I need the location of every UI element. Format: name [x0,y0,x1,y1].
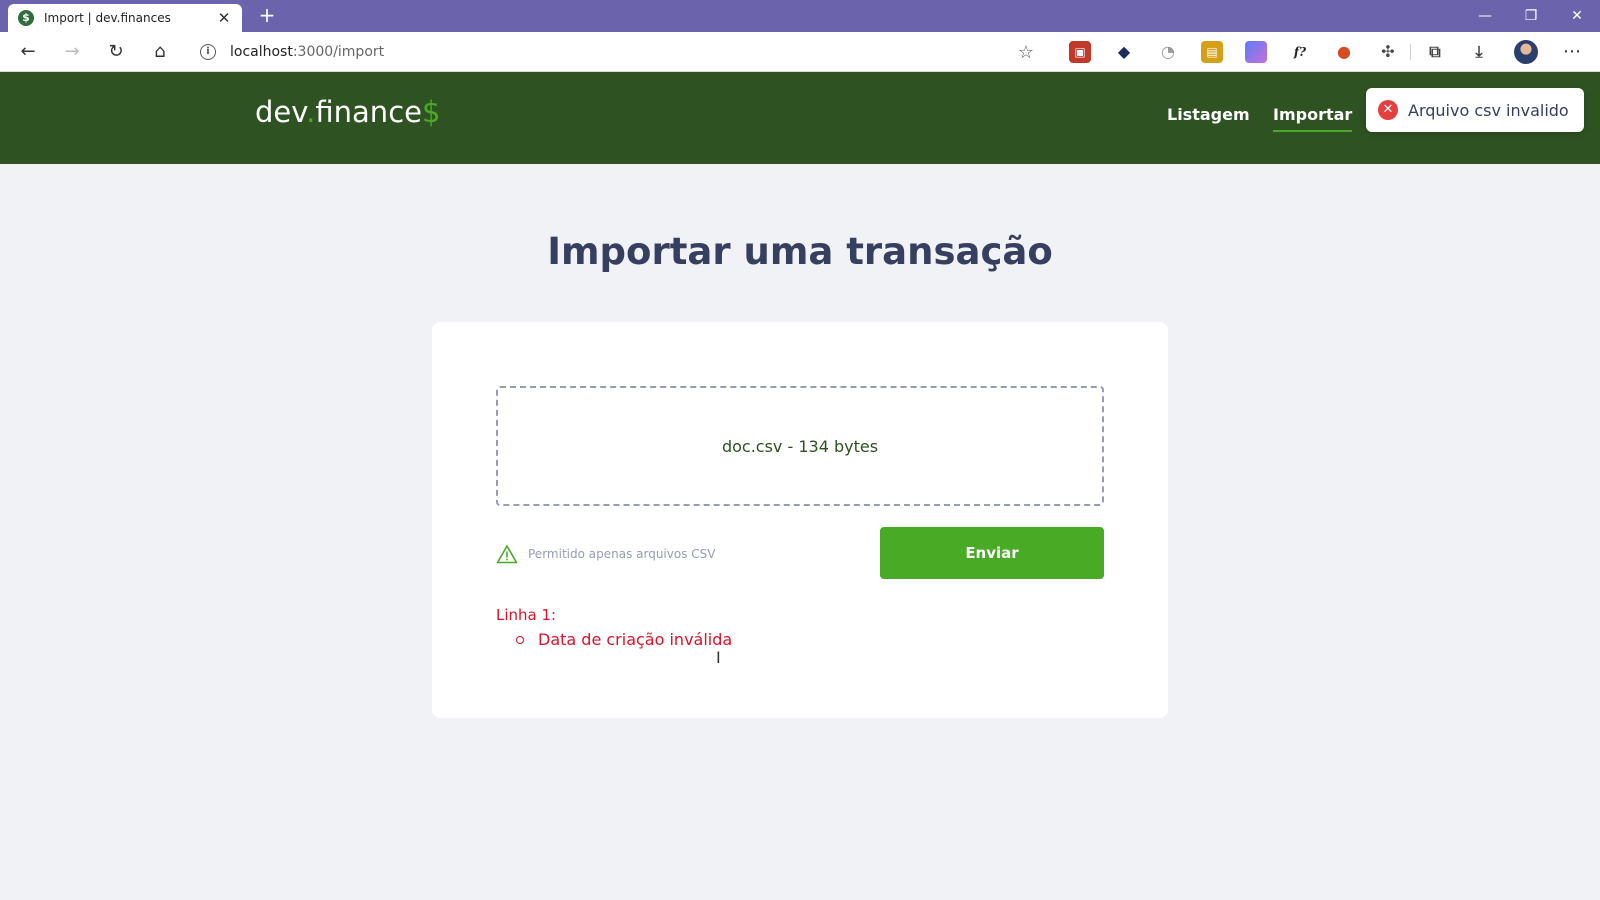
profile-avatar[interactable] [1514,40,1538,64]
restore-icon[interactable]: ❐ [1508,0,1554,32]
toast-message: Arquivo csv invalido [1408,100,1569,120]
file-info: doc.csv - 134 bytes [721,436,879,456]
new-tab-icon[interactable]: + [255,4,279,28]
text-cursor-icon: I [716,648,721,667]
collections-icon[interactable]: ⧉ [1424,41,1446,63]
ext-lock-icon[interactable]: ● [1333,41,1355,63]
error-toast[interactable]: ✕ Arquivo csv invalido [1366,88,1584,132]
minimize-icon[interactable]: — [1462,0,1508,32]
ext-clock-icon[interactable]: ◔ [1157,41,1179,63]
close-window-icon[interactable]: ✕ [1554,0,1600,32]
info-icon[interactable]: i [200,44,216,60]
forward-icon[interactable]: → [58,38,86,66]
back-icon[interactable]: ← [14,38,42,66]
tab-title: Import | dev.finances [44,11,171,25]
submit-button[interactable]: Enviar [880,527,1104,579]
puzzle-icon[interactable]: ✣ [1377,41,1399,63]
ext-red-icon[interactable]: ▣ [1069,41,1091,63]
ext-diamond-icon[interactable]: ◆ [1113,41,1135,63]
browser-toolbar: ← → ↻ ⌂ i localhost:3000/import ☆ ▣ ◆ ◔ … [0,32,1600,72]
home-icon[interactable]: ⌂ [146,38,174,66]
logo[interactable]: dev.finance$ [255,95,440,129]
ext-gradient-icon[interactable] [1245,41,1267,63]
favorite-star-icon[interactable]: ☆ [1018,42,1034,63]
file-hint: Permitido apenas arquivos CSV [496,544,715,564]
url-text[interactable]: localhost:3000/import [230,44,1018,60]
warning-icon [496,545,518,564]
ext-formula-icon[interactable]: f? [1289,41,1311,63]
error-item-text: Data de criação inválida [538,630,733,649]
download-icon[interactable]: ⤓ [1468,41,1490,63]
nav-importar-link[interactable]: Importar [1273,105,1353,132]
page-title: Importar uma transação [547,230,1053,273]
toolbar-divider [1410,44,1411,60]
app-header: dev.finance$ Listagem Importar [0,72,1600,164]
close-tab-icon[interactable]: ✕ [216,9,232,27]
more-menu-icon[interactable]: ⋯ [1558,38,1586,66]
ext-card-icon[interactable]: ▤ [1201,41,1223,63]
error-item: Data de criação inválida [516,630,732,649]
error-list: Data de criação inválida [516,630,732,649]
bullet-icon [516,635,524,644]
reload-icon[interactable]: ↻ [102,38,130,66]
error-x-icon: ✕ [1378,100,1398,120]
browser-titlebar: $ Import | dev.finances ✕ + — ❐ ✕ [0,0,1600,32]
dollar-favicon-icon: $ [18,10,34,26]
import-card: doc.csv - 134 bytes Permitido apenas arq… [432,322,1168,718]
file-dropzone[interactable]: doc.csv - 134 bytes [496,386,1104,506]
browser-tab[interactable]: $ Import | dev.finances ✕ [8,4,242,32]
error-line-label: Linha 1: [496,606,557,624]
hint-text: Permitido apenas arquivos CSV [528,547,716,561]
address-bar[interactable]: i localhost:3000/import ☆ [188,36,1046,68]
nav-listagem-link[interactable]: Listagem [1167,105,1250,124]
